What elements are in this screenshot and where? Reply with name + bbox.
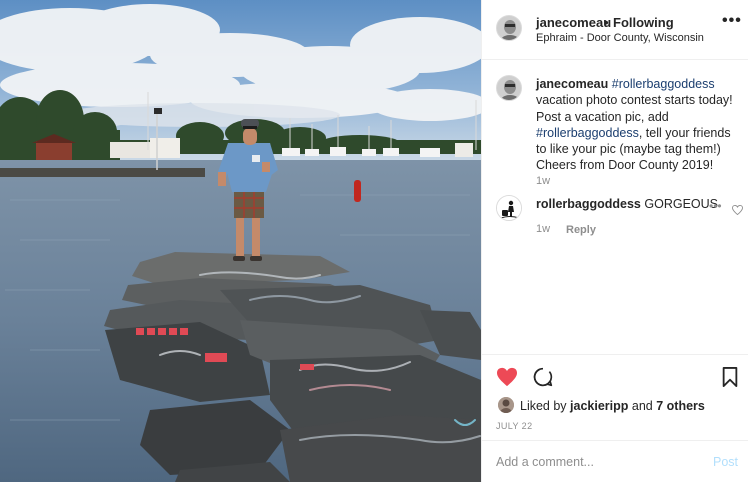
caption-username[interactable]: janecomeau — [536, 77, 608, 91]
likes-others[interactable]: 7 others — [656, 399, 705, 413]
liker-avatar[interactable] — [498, 397, 514, 413]
post-header: janecomeau • Following Ephraim - Door Co… — [482, 0, 748, 60]
comment-like-icon[interactable] — [732, 202, 743, 220]
caption-author-avatar[interactable] — [496, 75, 522, 101]
caption-timestamp[interactable]: 1w — [536, 175, 550, 187]
comment-reply-button[interactable]: Reply — [566, 224, 596, 236]
comment-more-icon[interactable]: ••• — [709, 199, 722, 213]
caption-hashtag-2[interactable]: #rollerbaggoddess — [536, 126, 639, 140]
add-comment-input[interactable] — [496, 452, 696, 472]
caption-text: janecomeau #rollerbaggoddess vacation ph… — [536, 76, 741, 174]
author-username[interactable]: janecomeau — [536, 15, 611, 30]
post-photo[interactable] — [0, 0, 481, 482]
post-location[interactable]: Ephraim - Door County, Wisconsin — [536, 32, 704, 44]
likes-prefix: Liked by — [520, 399, 567, 413]
comment-username[interactable]: rollerbaggoddess — [536, 197, 641, 211]
post-details-panel: janecomeau • Following Ephraim - Door Co… — [481, 0, 748, 482]
add-comment-bar: Post — [482, 440, 748, 482]
post-comment-button[interactable]: Post — [713, 455, 738, 469]
post-actions: Liked by jackieripp and 7 others JULY 22 — [482, 354, 748, 440]
caption-body-1: vacation photo contest starts today! Pos… — [536, 93, 733, 124]
photo-scene — [0, 0, 481, 482]
separator-dot: • — [604, 15, 609, 30]
comment-text: rollerbaggoddess GORGEOUS — [536, 197, 718, 211]
likes-user[interactable]: jackieripp — [570, 399, 628, 413]
post-date[interactable]: JULY 22 — [496, 421, 533, 431]
comment-body: GORGEOUS — [644, 197, 718, 211]
more-horizontal-icon[interactable]: ••• — [722, 12, 742, 30]
caption-hashtag[interactable]: #rollerbaggoddess — [612, 77, 715, 91]
bookmark-icon[interactable] — [721, 367, 739, 392]
likes-connector: and — [631, 399, 653, 413]
author-avatar[interactable] — [496, 15, 522, 41]
heart-filled-icon[interactable] — [496, 367, 518, 392]
likes-summary: Liked by jackieripp and 7 others — [520, 399, 705, 413]
following-button[interactable]: Following — [613, 15, 674, 30]
commenter-avatar[interactable] — [496, 195, 522, 221]
comment-timestamp[interactable]: 1w — [536, 223, 550, 235]
comment-icon[interactable] — [533, 367, 553, 392]
